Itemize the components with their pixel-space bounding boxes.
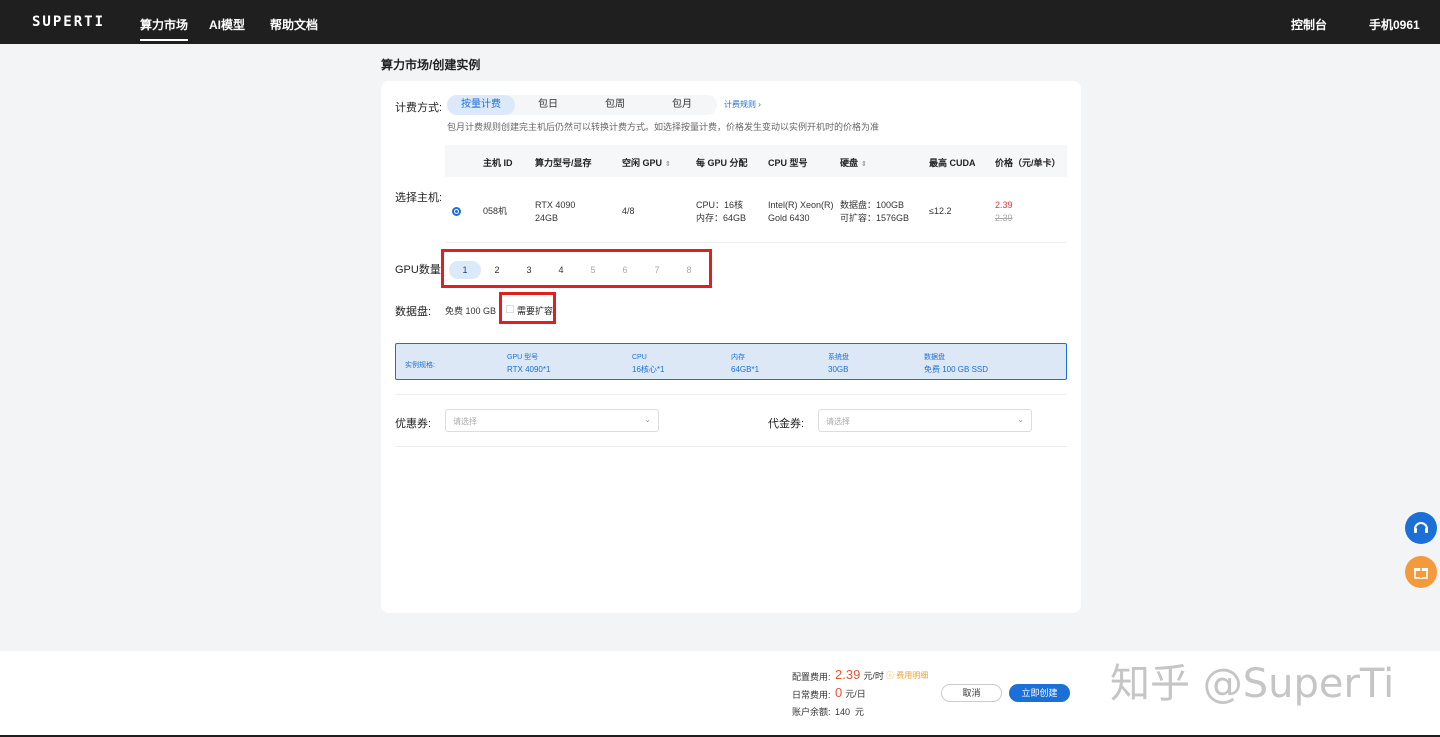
order-footer: 知乎 @SuperTi 配置费用: 2.39 元/时 ⓘ 费用明细 日常费用: 0… [0,651,1440,737]
top-navbar: SUPERTI 算力市场 AI模型 帮助文档 控制台 手机0961 [0,0,1440,44]
voucher-label: 代金券: [768,418,805,430]
gpu-count-option-2[interactable]: 2 [481,261,513,279]
data-disk-label: 数据盘: [395,306,432,318]
col-per-gpu: 每 GPU 分配 [696,158,748,168]
spec-label: 实例规格: [405,362,435,369]
gpu-model: RTX 4090 24GB [535,200,576,223]
spec-data-disk: 数据盘 免费 100 GB SSD [924,354,989,374]
gpu-count-label: GPU数量: [395,264,444,276]
balance: 140 元 [835,707,865,717]
col-host-id: 主机 ID [483,158,513,168]
nav-item-market[interactable]: 算力市场 [140,16,189,41]
sort-icon[interactable]: ⇕ [665,161,671,168]
data-disk-free: 免费 100 GB [445,306,497,316]
nav-item-ai-models[interactable]: AI模型 [209,16,245,33]
gpu-count-option-8[interactable]: 8 [673,261,705,279]
spec-memory: 内存 64GB*1 [731,354,760,374]
expand-disk-label[interactable]: 需要扩容 [517,304,553,317]
tab-monthly[interactable]: 包月 [648,95,716,115]
tab-pay-as-you-go[interactable]: 按量计费 [447,95,515,115]
price: 2.39 2.39 [995,200,1013,223]
instance-spec-summary: 实例规格: GPU 型号 RTX 4090*1 CPU 16核心*1 内存 64GB*… [395,343,1067,380]
coupon-label: 优惠券: [395,418,432,430]
col-cpu-model: CPU 型号 [768,158,808,168]
billing-tabs: 按量计费 包日 包周 包月 [447,95,717,115]
free-gpu: 4/8 [622,206,635,216]
balance-label: 账户余额: [792,707,831,717]
config-fee: 2.39 元/时 [835,667,884,682]
create-now-button[interactable]: 立即创建 [1009,684,1070,702]
gpu-count-option-3[interactable]: 3 [513,261,545,279]
billing-hint: 包月计费规则创建完主机后仍然可以转换计费方式。如选择按量计费，价格发生变动以实例… [447,122,880,132]
chevron-down-icon: ⌄ [1017,415,1024,424]
daily-fee: 0 元/日 [835,685,866,700]
per-gpu-alloc: CPU：16核 内存：64GB [696,200,747,223]
tab-daily[interactable]: 包日 [514,95,582,115]
daily-fee-label: 日常费用: [792,690,831,700]
customer-service-icon[interactable] [1405,512,1437,544]
gift-icon[interactable] [1405,556,1437,588]
gpu-count-option-7[interactable]: 7 [641,261,673,279]
billing-rule-link[interactable]: 计费规则 › [724,99,761,110]
gpu-count-option-4[interactable]: 4 [545,261,577,279]
divider [395,394,1067,395]
coupon-select[interactable]: 请选择 ⌄ [445,409,659,432]
spec-system-disk: 系统盘 30GB [828,354,849,374]
expand-disk-option[interactable]: 需要扩容 [499,292,556,324]
voucher-select[interactable]: 请选择 ⌄ [818,409,1032,432]
gpu-count-option-1[interactable]: 1 [449,261,481,279]
spec-gpu: GPU 型号 RTX 4090*1 [507,354,551,374]
host-table-header: 主机 ID 算力型号/显存 空闲 GPU ⇕ 每 GPU 分配 CPU 型号 硬盘… [445,145,1067,177]
fee-detail-link[interactable]: ⓘ 费用明细 [886,670,928,681]
billing-label: 计费方式: [395,102,443,114]
host-label: 选择主机: [395,192,443,204]
col-disk[interactable]: 硬盘 ⇕ [840,156,867,169]
chevron-down-icon: ⌄ [644,415,651,424]
cpu-model: Intel(R) Xeon(R) Gold 6430 [768,200,834,223]
gpu-count-selector: 1 2 3 4 5 6 7 8 [441,249,712,288]
breadcrumb: 算力市场/创建实例 [381,58,481,72]
expand-disk-checkbox[interactable] [506,305,514,313]
tab-weekly[interactable]: 包周 [581,95,649,115]
max-cuda: ≤12.2 [929,206,952,216]
sort-icon[interactable]: ⇕ [861,161,867,168]
user-menu[interactable]: 手机0961 [1369,16,1420,33]
disk-info: 数据盘：100GB 可扩容：1576GB [840,200,910,223]
col-price: 价格（元/单卡） [995,158,1061,168]
col-free-gpu[interactable]: 空闲 GPU ⇕ [622,156,671,169]
cancel-button[interactable]: 取消 [941,684,1002,702]
gpu-count-option-6[interactable]: 6 [609,261,641,279]
divider [395,446,1067,447]
spec-cpu: CPU 16核心*1 [632,354,665,374]
host-id: 058机 [483,206,508,216]
watermark: 知乎 @SuperTi [1110,661,1395,707]
config-fee-label: 配置费用: [792,672,831,682]
console-link[interactable]: 控制台 [1291,16,1327,33]
create-instance-card: 计费方式: 按量计费 包日 包周 包月 计费规则 › 包月计费规则创建完主机后仍… [381,81,1081,613]
nav-item-help-docs[interactable]: 帮助文档 [270,16,318,33]
table-row[interactable]: 058机 RTX 4090 24GB 4/8 CPU：16核 内存：64GB Int… [445,177,1067,243]
gpu-count-option-5[interactable]: 5 [577,261,609,279]
col-gpu-model: 算力型号/显存 [535,158,592,168]
col-cuda: 最高 CUDA [929,158,976,168]
logo[interactable]: SUPERTI [32,14,105,30]
